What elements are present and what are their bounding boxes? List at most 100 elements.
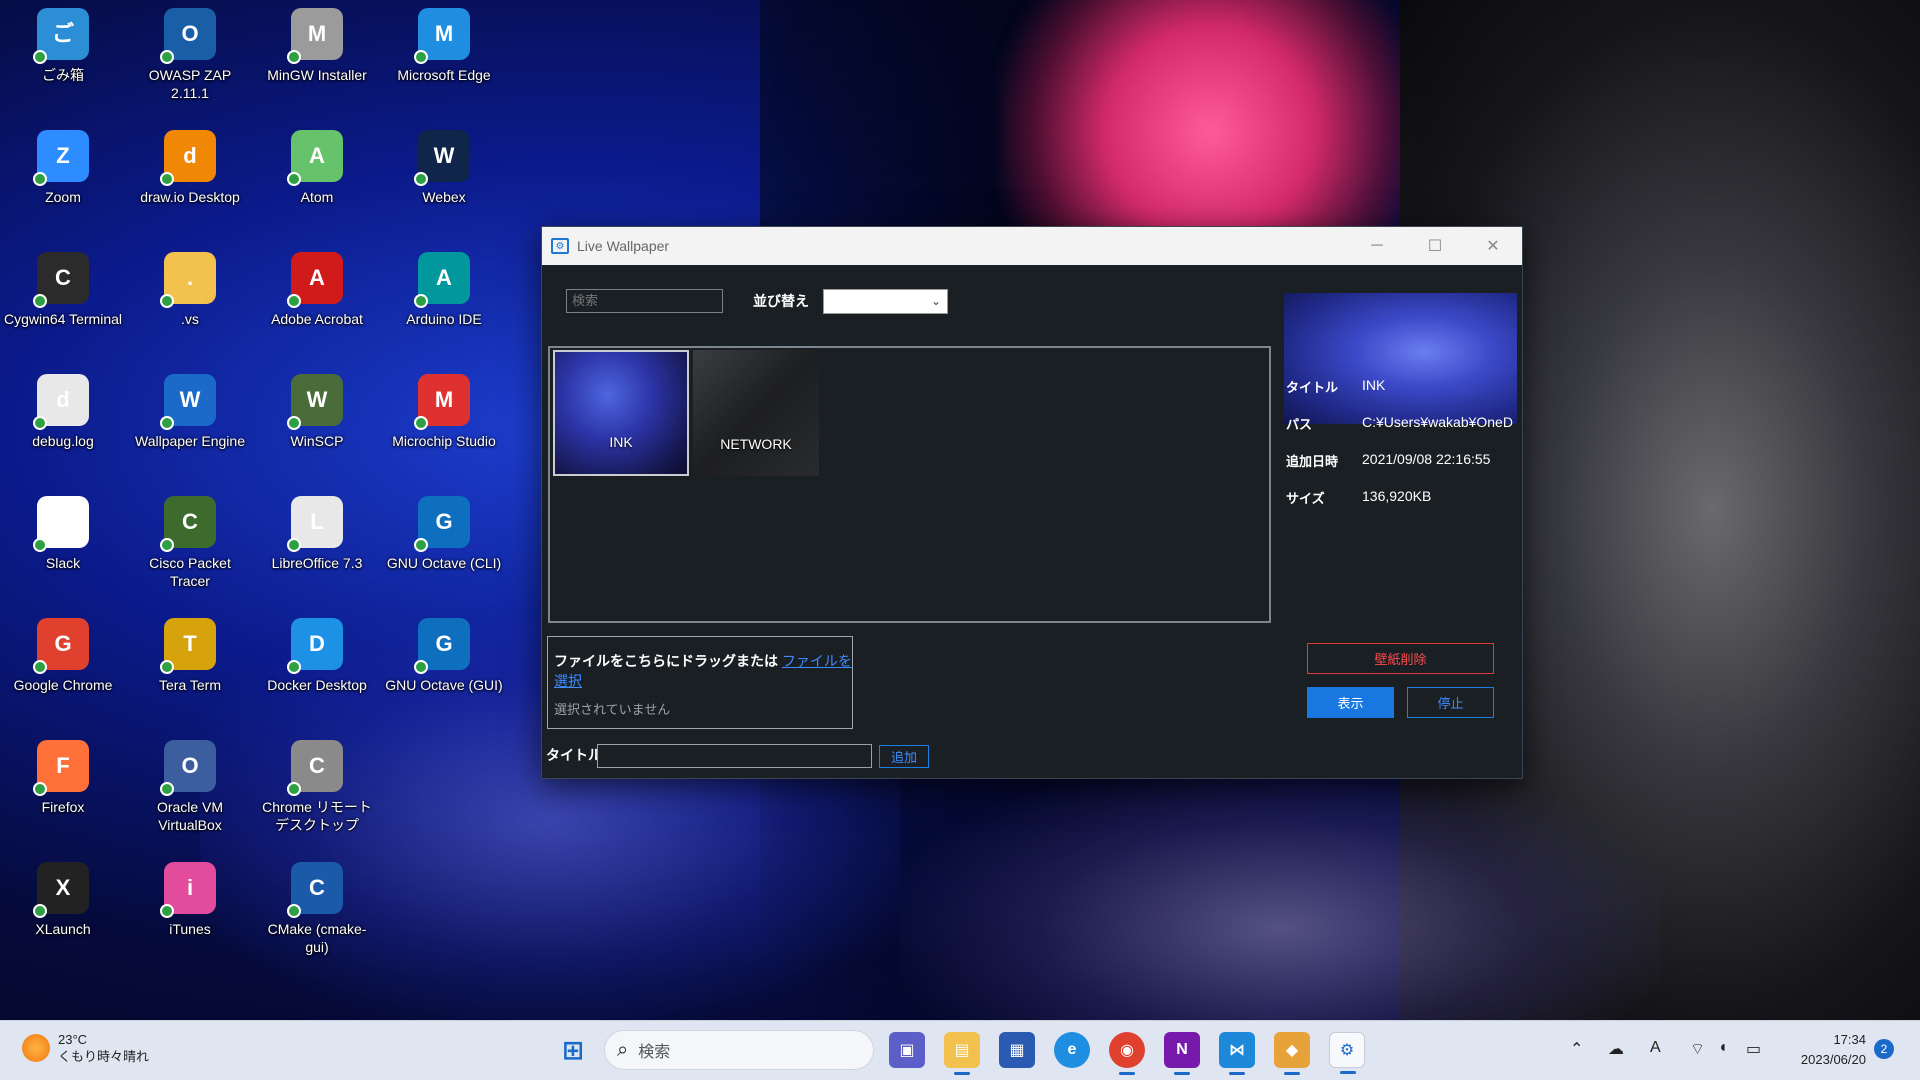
desktop-icon-label: CMake (cmake-gui) — [267, 921, 367, 955]
desktop-icon-label: GNU Octave (GUI) — [385, 677, 503, 693]
wallpaper-smoke-bottom — [900, 760, 1660, 1040]
sync-check-icon — [33, 904, 47, 918]
desktop-icon[interactable]: A Atom — [256, 130, 378, 206]
desktop-icon[interactable]: C Chrome リモート デスクトップ — [256, 740, 378, 834]
chevron-up-icon[interactable]: ⌃ — [1570, 1039, 1583, 1059]
sync-check-icon — [160, 172, 174, 186]
ime-icon[interactable]: A — [1650, 1039, 1661, 1057]
desktop-icon-label: Google Chrome — [13, 677, 113, 693]
weather-widget[interactable]: 23°C くもり時々晴れ — [22, 1031, 149, 1065]
app-icon: G — [414, 618, 470, 674]
drop-text: ファイルをこちらにドラッグまたは — [554, 653, 778, 669]
desktop-icon[interactable]: G Google Chrome — [2, 618, 124, 694]
wallpaper-engine-taskbar-icon[interactable]: ⚙ — [1329, 1032, 1365, 1074]
desktop-icon[interactable]: d draw.io Desktop — [129, 130, 251, 206]
sync-check-icon — [160, 50, 174, 64]
desktop-icon[interactable]: C Cygwin64 Terminal — [2, 252, 124, 328]
desktop-icon-label: OWASP ZAP 2.11.1 — [148, 67, 232, 101]
window-titlebar[interactable]: ⚙ Live Wallpaper ─ ☐ ✕ — [542, 227, 1522, 265]
sync-check-icon — [160, 538, 174, 552]
vscode-icon[interactable]: ⋈ — [1219, 1032, 1255, 1075]
taskbar-search[interactable]: ⌕ 検索 — [604, 1030, 874, 1070]
wifi-icon[interactable]: ⌔ — [1690, 1039, 1705, 1059]
teams-chat-icon[interactable]: ▣ — [889, 1032, 925, 1068]
thumbnail-label: INK — [609, 434, 633, 450]
thumbnail-ink[interactable]: INK — [553, 350, 689, 476]
add-button[interactable]: 追加 — [879, 745, 929, 768]
desktop-icon[interactable]: F Firefox — [2, 740, 124, 816]
sync-check-icon — [33, 416, 47, 430]
file-drop-area[interactable]: ファイルをこちらにドラッグまたは ファイルを選択 選択されていません — [547, 636, 853, 729]
stop-button[interactable]: 停止 — [1407, 687, 1494, 718]
thumbnail-network[interactable]: NETWORK — [693, 350, 819, 476]
desktop-icon[interactable]: X XLaunch — [2, 862, 124, 938]
desktop-icon[interactable]: C Cisco Packet Tracer — [129, 496, 251, 590]
app-icon: T — [160, 618, 216, 674]
show-button[interactable]: 表示 — [1307, 687, 1394, 718]
sync-check-icon — [33, 538, 47, 552]
chrome-icon[interactable]: ◉ — [1109, 1032, 1145, 1075]
sync-check-icon — [414, 416, 428, 430]
clock-time: 17:34 — [1833, 1032, 1866, 1047]
onenote-icon[interactable]: N — [1164, 1032, 1200, 1075]
sync-check-icon — [287, 416, 301, 430]
detail-title-label: タイトル — [1286, 380, 1339, 395]
sync-check-icon — [287, 294, 301, 308]
microsoft-store-icon[interactable]: ▦ — [999, 1032, 1035, 1068]
delete-wallpaper-button[interactable]: 壁紙削除 — [1307, 643, 1494, 674]
app-diamond-icon[interactable]: ◆ — [1274, 1032, 1310, 1075]
desktop-icon[interactable]: O Oracle VM VirtualBox — [129, 740, 251, 834]
detail-title-value: INK — [1362, 377, 1386, 393]
app-icon: W — [414, 130, 470, 186]
sort-label: 並び替え — [753, 293, 809, 309]
desktop-icon[interactable]: T Tera Term — [129, 618, 251, 694]
desktop-icon[interactable]: i iTunes — [129, 862, 251, 938]
title-field-label: タイトル — [546, 747, 602, 763]
temperature: 23°C — [58, 1032, 88, 1047]
detail-size-value: 136,920KB — [1362, 488, 1432, 504]
desktop-icon-label: Cygwin64 Terminal — [3, 311, 122, 327]
desktop-icon[interactable]: W Wallpaper Engine — [129, 374, 251, 450]
desktop-icon[interactable]: S Slack — [2, 496, 124, 572]
close-button[interactable]: ✕ — [1464, 227, 1522, 265]
detail-path-value: C:¥Users¥wakab¥OneD — [1362, 414, 1513, 430]
desktop-icon[interactable]: G GNU Octave (CLI) — [383, 496, 505, 572]
sort-dropdown[interactable]: ⌄ — [823, 289, 948, 314]
desktop-icon-label: MinGW Installer — [267, 67, 367, 83]
desktop-icon[interactable]: C CMake (cmake-gui) — [256, 862, 378, 956]
desktop-icon[interactable]: M Microchip Studio — [383, 374, 505, 450]
taskbar-search-placeholder: 検索 — [638, 1044, 671, 1061]
desktop-icon[interactable]: ごごみ箱 — [2, 8, 124, 84]
desktop-icon[interactable]: Z Zoom — [2, 130, 124, 206]
desktop-icon-label: ごみ箱 — [42, 67, 84, 83]
title-field[interactable] — [597, 744, 872, 768]
desktop-icon[interactable]: M Microsoft Edge — [383, 8, 505, 84]
desktop-icon[interactable]: M MinGW Installer — [256, 8, 378, 84]
desktop-icon-label: Firefox — [41, 799, 85, 815]
notification-badge[interactable]: 2 — [1874, 1039, 1894, 1059]
cloud-icon[interactable]: ☁ — [1608, 1039, 1624, 1059]
sync-check-icon — [287, 50, 301, 64]
app-icon: C — [287, 740, 343, 796]
app-gear-icon: ⚙ — [551, 238, 569, 254]
minimize-button[interactable]: ─ — [1348, 227, 1406, 265]
maximize-button[interactable]: ☐ — [1406, 227, 1464, 265]
desktop-icon[interactable]: G GNU Octave (GUI) — [383, 618, 505, 694]
file-explorer-icon[interactable]: ▤ — [944, 1032, 980, 1075]
desktop-icon[interactable]: d debug.log — [2, 374, 124, 450]
battery-icon[interactable]: ▭ — [1746, 1039, 1761, 1059]
desktop-icon[interactable]: O OWASP ZAP 2.11.1 — [129, 8, 251, 102]
desktop-icon[interactable]: L LibreOffice 7.3 — [256, 496, 378, 572]
edge-icon[interactable]: e — [1054, 1032, 1090, 1068]
clock[interactable]: 17:34 2023/06/20 — [1786, 1030, 1866, 1070]
desktop-icon[interactable]: A Adobe Acrobat — [256, 252, 378, 328]
desktop-icon[interactable]: D Docker Desktop — [256, 618, 378, 694]
start-icon[interactable]: ⊞ — [555, 1032, 591, 1068]
desktop-icon[interactable]: W Webex — [383, 130, 505, 206]
volume-icon[interactable]: ◖ — [1718, 1039, 1728, 1057]
desktop-icon[interactable]: W WinSCP — [256, 374, 378, 450]
desktop-icon-label: Microsoft Edge — [397, 67, 491, 83]
search-input[interactable] — [566, 289, 723, 313]
desktop-icon[interactable]: . .vs — [129, 252, 251, 328]
desktop-icon[interactable]: A Arduino IDE — [383, 252, 505, 328]
